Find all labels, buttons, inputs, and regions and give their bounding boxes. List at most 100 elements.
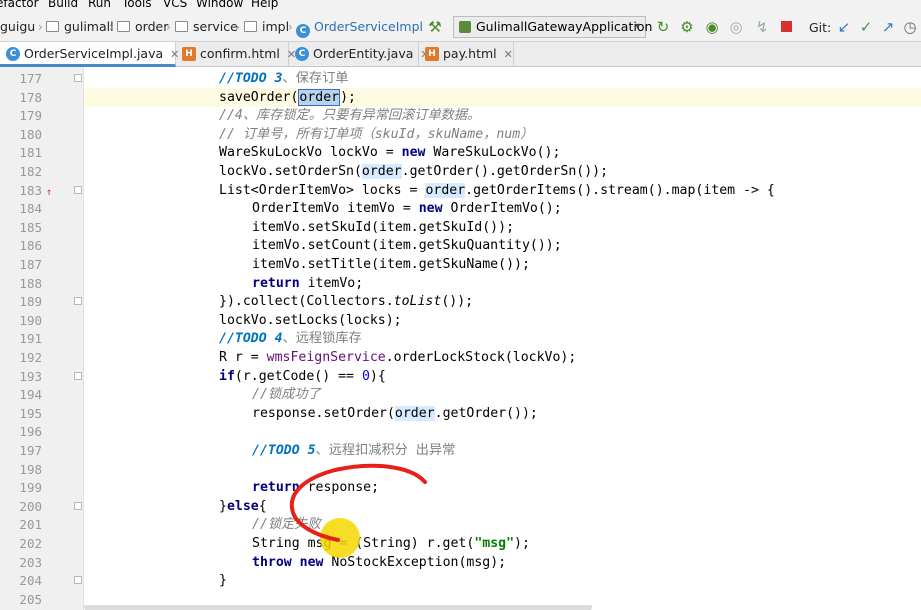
code-text: itemVo.setSkuId(item.getSkuId()); — [252, 218, 514, 237]
hammer-build-icon[interactable]: ⚒ — [427, 19, 443, 35]
menu-item-build[interactable]: Build — [48, 0, 78, 10]
code-line[interactable]: 177 //TODO 3、保存订单 — [0, 69, 921, 88]
code-line[interactable]: 194 //锁成功了 — [0, 385, 921, 404]
code-line[interactable]: 197 //TODO 5、远程扣减积分 出异常 — [0, 441, 921, 460]
code-line[interactable]: 202 String msg = (String) r.get("msg"); — [0, 534, 921, 553]
debug-bug-icon[interactable]: ⚙ — [679, 19, 695, 35]
line-number: 180 — [19, 126, 42, 142]
code-line[interactable]: 187 itemVo.setTitle(item.getSkuName()); — [0, 255, 921, 274]
code-text: }else{ — [219, 497, 267, 516]
code-line[interactable]: 189}).collect(Collectors.toList()); — [0, 292, 921, 311]
fold-marker-icon[interactable] — [74, 74, 82, 82]
coverage-icon[interactable]: ◉ — [704, 19, 720, 35]
html-icon: H — [425, 47, 439, 61]
git-update-icon[interactable]: ↙ — [836, 19, 852, 35]
horizontal-scrollbar[interactable] — [84, 605, 592, 610]
code-token: OrderItemVo itemVo = — [252, 201, 419, 217]
fold-marker-icon[interactable] — [74, 371, 82, 380]
code-text: OrderItemVo itemVo = new OrderItemVo(); — [252, 199, 562, 218]
code-text: itemVo.setCount(item.getSkuQuantity()); — [252, 236, 562, 255]
code-line[interactable]: 185 itemVo.setSkuId(item.getSkuId()); — [0, 218, 921, 237]
attach-icon[interactable]: ↯ — [754, 19, 770, 35]
code-line[interactable]: 203 throw new NoStockException(msg); — [0, 553, 921, 572]
code-token: if — [219, 368, 235, 384]
navigation-bar: guigu gulimall order service impl COrder… — [0, 12, 921, 42]
code-line[interactable]: 199 return response; — [0, 478, 921, 497]
code-text: response.setOrder(order.getOrder()); — [252, 404, 538, 423]
code-line[interactable]: 193 if(r.getCode() == 0){ — [0, 367, 921, 386]
line-number: 193 — [19, 368, 42, 384]
code-line[interactable]: 191 //TODO 4、远程锁库存 — [0, 329, 921, 348]
line-number: 185 — [19, 219, 42, 235]
menu-item-tools[interactable]: Tools — [122, 0, 152, 10]
line-number: 192 — [19, 350, 42, 365]
code-line[interactable]: 180 // 订单号，所有订单项（skuId，skuName，num） — [0, 125, 921, 144]
code-line[interactable]: 195 response.setOrder(order.getOrder()); — [0, 404, 921, 423]
close-icon[interactable]: ✕ — [504, 43, 513, 67]
code-token: //锁成功了 — [252, 387, 321, 403]
fold-marker-icon[interactable] — [74, 576, 82, 585]
line-number: 204 — [19, 573, 42, 589]
tab-confirm-html[interactable]: Hconfirm.html ✕ — [176, 42, 296, 67]
menu-item-help[interactable]: Help — [251, 0, 278, 10]
code-token: { — [258, 498, 267, 514]
code-line[interactable]: 190 lockVo.setLocks(locks); — [0, 311, 921, 330]
code-line[interactable]: 192 R r = wmsFeignService.orderLockStock(… — [0, 348, 921, 367]
code-text: lockVo.setOrderSn(order.getOrder().getOr… — [219, 162, 608, 181]
fold-marker-icon[interactable] — [74, 185, 82, 194]
editor-tabs: C OrderServiceImpl.java ✕ Hconfirm.html ✕ C… — [0, 42, 921, 67]
breadcrumb-separator — [166, 20, 172, 34]
code-line[interactable]: 188 return itemVo; — [0, 274, 921, 293]
line-number: 183 — [19, 182, 42, 198]
rerun-icon[interactable]: ↻ — [655, 19, 671, 35]
history-clock-icon[interactable]: ◷ — [902, 19, 918, 35]
code-line[interactable]: 178 saveOrder(order); — [0, 88, 921, 107]
menu-item-window[interactable]: Window — [196, 0, 243, 10]
menu-item-run[interactable]: Run — [88, 0, 111, 10]
code-line[interactable]: 183 ↑ List<OrderItemVo> locks = order.getO… — [0, 181, 921, 200]
html-icon: H — [182, 47, 196, 61]
fold-marker-icon[interactable] — [74, 501, 82, 510]
code-token: NoStockException(msg); — [323, 554, 507, 570]
breadcrumb-service[interactable]: service — [175, 19, 238, 34]
code-token: itemVo; — [299, 275, 364, 291]
run-configuration-select[interactable]: GulimallGatewayApplication ▾ — [453, 16, 652, 38]
code-token: 、远程扣减积分 出异常 — [315, 443, 456, 458]
code-line[interactable]: 196 — [0, 422, 921, 441]
code-text: // 订单号，所有订单项（skuId，skuName，num） — [219, 125, 533, 144]
tab-pay-html[interactable]: Hpay.html ✕ — [419, 42, 514, 67]
git-push-icon[interactable]: ↗ — [880, 19, 896, 35]
code-line[interactable]: 182 lockVo.setOrderSn(order.getOrder().ge… — [0, 162, 921, 181]
menu-item-efactor[interactable]: efactor — [0, 0, 39, 10]
tab-orderserviceimpl-java[interactable]: C OrderServiceImpl.java ✕ — [0, 42, 179, 67]
breadcrumb-gulimall[interactable]: gulimall — [46, 19, 114, 34]
code-token: .getOrder()); — [434, 405, 538, 421]
breadcrumb-impl[interactable]: impl — [244, 19, 289, 34]
code-line[interactable]: 179 //4、库存锁定。只要有异常回滚订单数据。 — [0, 106, 921, 125]
profile-icon[interactable]: ◎ — [728, 19, 744, 35]
code-line[interactable]: 184 OrderItemVo itemVo = new OrderItemVo(… — [0, 199, 921, 218]
code-token: order — [361, 164, 402, 179]
code-line[interactable]: 198 — [0, 460, 921, 479]
tab-orderentity-java[interactable]: COrderEntity.java✕ — [289, 42, 430, 67]
menu-item-vcs[interactable]: VCS — [163, 0, 187, 10]
breadcrumb-orderserviceimpl[interactable]: C OrderServiceImpl — [296, 19, 423, 38]
breadcrumb-guigu[interactable]: guigu — [0, 19, 35, 34]
code-line[interactable]: 186 itemVo.setCount(item.getSkuQuantity()… — [0, 236, 921, 255]
code-line[interactable]: 200}else{ — [0, 497, 921, 516]
code-token: wmsFeignService — [266, 350, 386, 365]
code-line[interactable]: 204} — [0, 571, 921, 590]
line-number: 205 — [19, 591, 42, 607]
git-commit-icon[interactable]: ✓ — [858, 19, 874, 35]
breadcrumb-order[interactable]: order — [117, 19, 168, 34]
stop-icon[interactable] — [778, 19, 794, 35]
code-line[interactable]: 181 WareSkuLockVo lockVo = new WareSkuLoc… — [0, 143, 921, 162]
fold-marker-icon[interactable] — [74, 297, 82, 306]
code-token: List<OrderItemVo> locks = — [219, 182, 426, 198]
code-editor[interactable]: 177//TODO 3、保存订单 178 saveOrder(order); 179/… — [0, 67, 921, 610]
code-line[interactable]: 201 //锁定失败 — [0, 515, 921, 534]
chevron-down-icon: ▾ — [634, 21, 640, 32]
code-token: //4、库存锁定。只要有异常回滚订单数据。 — [219, 108, 481, 124]
code-text: //锁定失败 — [252, 515, 321, 534]
code-text: //TODO 4、远程锁库存 — [219, 329, 362, 348]
